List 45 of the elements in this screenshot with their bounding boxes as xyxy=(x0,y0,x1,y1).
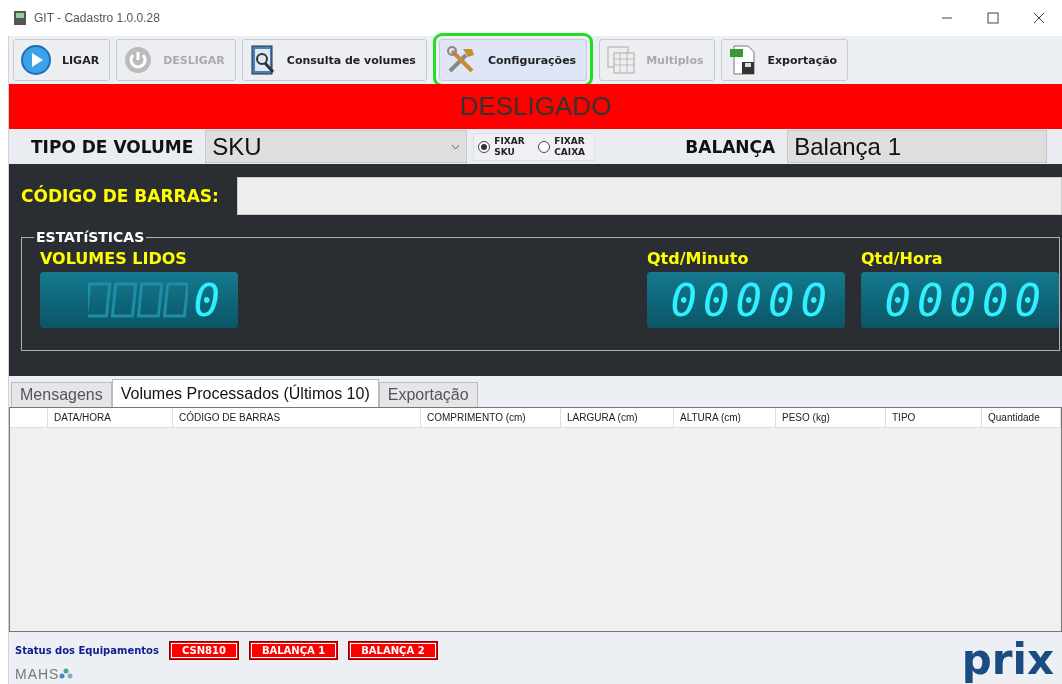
spreadsheet-file-icon xyxy=(727,44,758,76)
barcode-label: CÓDIGO DE BARRAS: xyxy=(21,186,219,206)
app-icon xyxy=(14,11,26,25)
play-icon xyxy=(20,44,52,76)
toolbar-button[interactable]: LIGAR xyxy=(13,39,111,81)
radio-option[interactable]: FIXAR CAIXA xyxy=(538,135,591,158)
window-title: GIT - Cadastro 1.0.0.28 xyxy=(34,11,160,25)
status-banner: DESLIGADO xyxy=(9,84,1062,129)
column-header[interactable]: LARGURA (cm) xyxy=(561,408,674,427)
device-status-badge: CSN810 xyxy=(168,641,239,660)
tab[interactable]: Volumes Processados (Últimos 10) xyxy=(111,379,379,407)
column-header[interactable]: PESO (kg) xyxy=(776,408,886,427)
column-header[interactable]: DATA/HORA xyxy=(48,408,173,427)
counter-value: 00000 xyxy=(884,274,1047,326)
brand-logo: prix xyxy=(961,639,1054,681)
book-search-icon xyxy=(248,44,277,76)
column-header[interactable]: Quantidade xyxy=(982,408,1061,427)
column-header[interactable]: CÓDIGO DE BARRAS xyxy=(173,408,421,427)
counter-label: VOLUMES LIDOS xyxy=(40,249,188,268)
volume-type-dropdown[interactable]: SKU xyxy=(205,130,468,163)
device-status-badge: BALANÇA 2 xyxy=(348,641,438,660)
chevron-icon xyxy=(451,143,461,150)
barcode-field[interactable] xyxy=(236,177,1062,215)
counter-label: Qtd/Hora xyxy=(861,249,944,268)
column-header[interactable]: TIPO xyxy=(886,408,982,427)
column-header[interactable]: ALTURA (cm) xyxy=(674,408,776,427)
tab[interactable]: Exportação xyxy=(378,382,478,407)
radio-option[interactable]: FIXAR SKU xyxy=(478,135,531,158)
counter-label: Qtd/Minuto xyxy=(647,249,750,268)
scale-label: BALANÇA xyxy=(684,136,777,157)
logo-text: MAHS xyxy=(15,666,60,682)
grid-icon xyxy=(606,45,637,75)
volume-type-label: TIPO DE VOLUME xyxy=(30,136,195,157)
statistics-title: ESTATíSTICAS xyxy=(35,229,146,245)
unlit-digits-icon xyxy=(87,282,188,318)
scale-dropdown[interactable]: Balança 1 xyxy=(787,130,1048,163)
counter-value: 0 xyxy=(193,274,226,326)
device-status-badge: BALANÇA 1 xyxy=(248,641,339,660)
column-header[interactable]: COMPRIMENTO (cm) xyxy=(421,408,561,427)
toolbar-button[interactable]: Exportação xyxy=(720,39,849,81)
counter-value: 00000 xyxy=(670,274,833,326)
equipment-status-label: Status dos Equipamentos xyxy=(15,645,159,656)
power-icon xyxy=(123,45,154,75)
toolbar-button[interactable]: Consulta de volumes xyxy=(241,39,427,81)
tab[interactable]: Mensagens xyxy=(11,382,112,407)
